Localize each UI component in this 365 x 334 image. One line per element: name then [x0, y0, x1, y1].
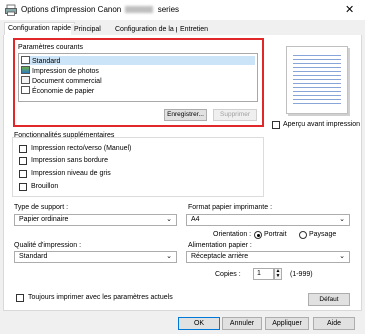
draft-label: Brouillon — [31, 183, 59, 190]
defaults-button[interactable]: Défaut — [308, 293, 350, 306]
print-quality-label: Qualité d'impression : — [14, 242, 82, 249]
window-title-prefix: Options d'impression Canon — [21, 5, 122, 14]
portrait-label: Portrait — [264, 231, 287, 238]
chevron-down-icon: ⌄ — [166, 216, 172, 223]
borderless-label: Impression sans bordure — [31, 157, 109, 164]
preview-label: Aperçu avant impression — [283, 121, 361, 128]
landscape-label: Paysage — [309, 231, 337, 238]
print-quality-select[interactable]: Standard ⌄ — [14, 251, 177, 263]
paper-saving-icon — [21, 86, 30, 94]
close-icon[interactable]: ✕ — [345, 3, 354, 16]
media-type-value: Papier ordinaire — [19, 216, 69, 223]
copies-input[interactable]: 1 — [253, 268, 274, 280]
copies-range: (1-999) — [290, 271, 313, 278]
paper-source-select[interactable]: Réceptacle arrière ⌄ — [186, 251, 350, 263]
paper-size-label: Format papier imprimante : — [188, 204, 273, 211]
standard-icon — [21, 56, 30, 64]
orientation-label: Orientation : — [213, 231, 252, 238]
media-type-label: Type de support : — [14, 204, 69, 211]
help-button[interactable]: Aide — [313, 317, 355, 330]
grayscale-checkbox[interactable] — [19, 170, 27, 178]
preview-checkbox[interactable] — [272, 121, 280, 129]
grayscale-label: Impression niveau de gris — [31, 170, 111, 177]
presets-group-label: Paramètres courants — [18, 44, 83, 51]
print-preview — [286, 46, 348, 114]
printer-icon — [5, 4, 17, 16]
duplex-checkbox[interactable] — [19, 145, 27, 153]
delete-button[interactable]: Supprimer — [213, 109, 257, 121]
chevron-down-icon: ⌄ — [166, 253, 172, 260]
redacted-model — [125, 6, 154, 14]
ok-button[interactable]: OK — [178, 317, 220, 330]
preset-item-business-document[interactable]: Document commercial — [21, 76, 255, 85]
preset-item-label: Économie de papier — [32, 88, 95, 95]
presets-list[interactable]: Standard Impression de photos Document c… — [18, 53, 258, 102]
borderless-checkbox[interactable] — [19, 157, 27, 165]
print-quality-value: Standard — [19, 253, 48, 260]
chevron-down-icon: ⌄ — [339, 216, 345, 223]
portrait-radio[interactable] — [254, 231, 262, 239]
always-print-label: Toujours imprimer avec les paramètres ac… — [28, 294, 173, 301]
duplex-label: Impression recto/verso (Manuel) — [31, 145, 132, 152]
window-title: Options d'impression Canon series — [21, 5, 179, 14]
preset-item-label: Impression de photos — [32, 68, 99, 75]
preset-item-photo[interactable]: Impression de photos — [21, 66, 255, 75]
cancel-button[interactable]: Annuler — [222, 317, 262, 330]
paper-size-value: A4 — [191, 216, 200, 223]
apply-button[interactable]: Appliquer — [265, 317, 309, 330]
preset-item-label: Standard — [32, 58, 61, 65]
photo-icon — [21, 66, 30, 74]
preset-item-paper-saving[interactable]: Économie de papier — [21, 86, 255, 95]
preset-item-standard[interactable]: Standard — [21, 56, 255, 65]
copies-stepper[interactable]: ▲ ▼ — [274, 268, 282, 280]
chevron-down-icon: ⌄ — [339, 253, 345, 260]
media-type-select[interactable]: Papier ordinaire ⌄ — [14, 214, 177, 226]
paper-size-select[interactable]: A4 ⌄ — [186, 214, 350, 226]
paper-source-value: Réceptacle arrière — [191, 253, 249, 260]
copies-value: 1 — [257, 270, 261, 277]
tab-quick-setup[interactable]: Configuration rapide — [4, 22, 76, 36]
preset-item-label: Document commercial — [32, 78, 102, 85]
draft-checkbox[interactable] — [19, 183, 27, 191]
always-print-checkbox[interactable] — [16, 294, 24, 302]
paper-source-label: Alimentation papier : — [188, 242, 252, 249]
copies-label: Copies : — [215, 271, 241, 278]
document-icon — [21, 76, 30, 84]
save-button[interactable]: Enregistrer... — [164, 109, 207, 121]
window-title-suffix: series — [157, 5, 180, 14]
landscape-radio[interactable] — [299, 231, 307, 239]
